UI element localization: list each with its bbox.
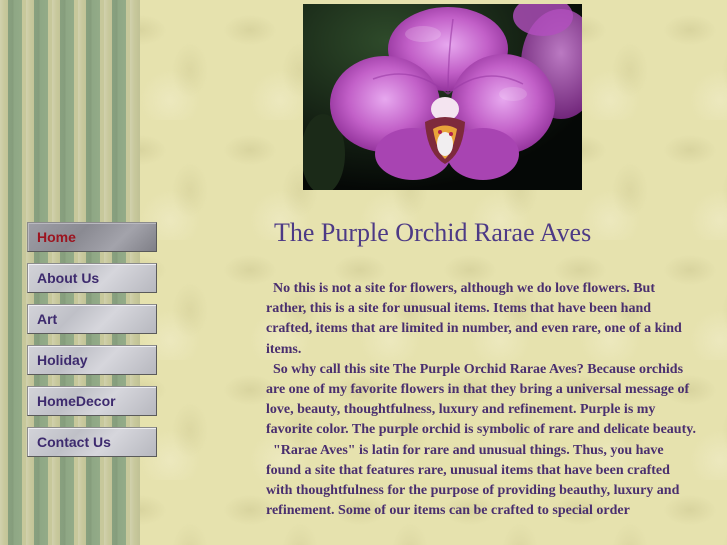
intro-paragraph: So why call this site The Purple Orchid … <box>266 360 698 441</box>
nav-art-button[interactable]: Art <box>27 304 157 334</box>
nav-art-label: Art <box>37 311 58 327</box>
intro-paragraph-text: "Rarae Aves" is latin for rare and unusu… <box>266 442 680 519</box>
nav-holiday-label: Holiday <box>37 352 88 368</box>
nav-about-us-button[interactable]: About Us <box>27 263 157 293</box>
nav-home-label: Home <box>37 229 76 245</box>
nav-contact-us-label: Contact Us <box>37 434 111 450</box>
intro-text: No this is not a site for flowers, altho… <box>266 279 698 521</box>
nav-contact-us-button[interactable]: Contact Us <box>27 427 157 457</box>
orchid-hero-image <box>303 4 582 190</box>
nav-about-us-label: About Us <box>37 270 100 286</box>
page-title: The Purple Orchid Rarae Aves <box>274 218 592 247</box>
intro-paragraph-text: So why call this site The Purple Orchid … <box>266 361 696 438</box>
purple-orchid-photo-icon <box>303 4 582 190</box>
nav-home-button[interactable]: Home <box>27 222 157 252</box>
main-navigation: Home About Us Art Holiday HomeDecor Cont… <box>27 222 159 468</box>
nav-homedecor-button[interactable]: HomeDecor <box>27 386 157 416</box>
nav-homedecor-label: HomeDecor <box>37 393 116 409</box>
intro-paragraph: No this is not a site for flowers, altho… <box>266 279 698 360</box>
nav-holiday-button[interactable]: Holiday <box>27 345 157 375</box>
intro-paragraph: "Rarae Aves" is latin for rare and unusu… <box>266 441 698 522</box>
intro-paragraph-text: No this is not a site for flowers, altho… <box>266 281 682 357</box>
